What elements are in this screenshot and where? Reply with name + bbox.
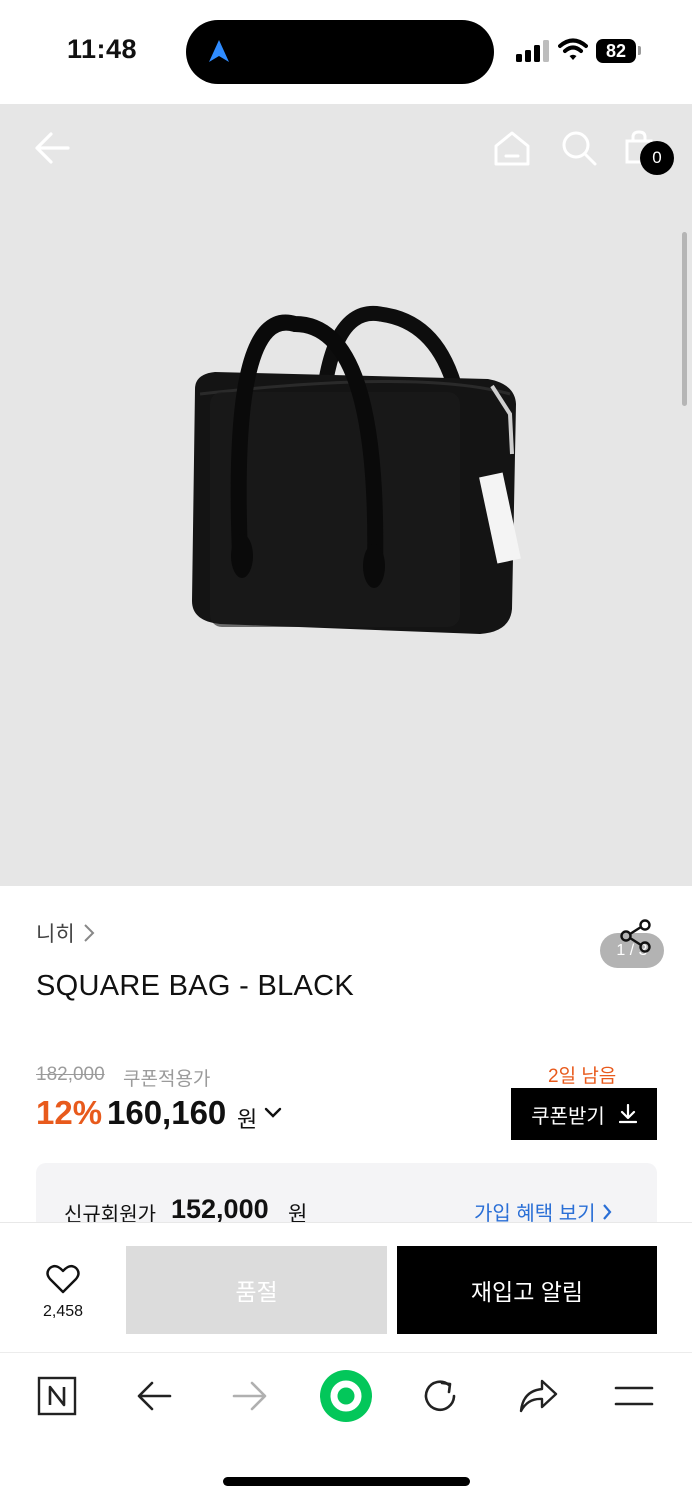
original-price: 182,000 bbox=[36, 1064, 105, 1085]
back-icon[interactable] bbox=[136, 1380, 172, 1412]
naver-n-icon[interactable] bbox=[37, 1376, 77, 1416]
battery-icon: 82 bbox=[596, 39, 636, 63]
forward-icon[interactable] bbox=[232, 1380, 268, 1412]
home-indicator[interactable] bbox=[223, 1477, 470, 1486]
cellular-signal-icon bbox=[516, 40, 549, 62]
product-image-gallery[interactable]: 1 / 3 bbox=[0, 104, 692, 968]
search-icon[interactable] bbox=[560, 129, 598, 167]
get-coupon-button[interactable]: 쿠폰받기 bbox=[511, 1088, 657, 1140]
back-arrow-icon[interactable] bbox=[34, 130, 72, 166]
coupon-days-left: 2일 남음 bbox=[548, 1066, 617, 1087]
product-title: SQUARE BAG - BLACK bbox=[36, 970, 355, 1002]
heart-icon bbox=[46, 1264, 80, 1294]
green-circle-icon[interactable] bbox=[319, 1369, 373, 1423]
sold-out-button[interactable]: 품절 bbox=[126, 1246, 387, 1334]
navigation-arrow-icon bbox=[209, 40, 229, 62]
brand-link[interactable]: 니히 bbox=[36, 918, 95, 948]
battery-nub bbox=[638, 46, 641, 55]
home-icon[interactable] bbox=[493, 129, 531, 167]
brand-name: 니히 bbox=[36, 923, 75, 946]
coupon-price-label: 쿠폰적용가 bbox=[123, 1069, 211, 1090]
status-bar: 11:48 82 bbox=[0, 0, 692, 104]
price-unit: 원 bbox=[237, 1107, 258, 1132]
member-price: 152,000 bbox=[171, 1194, 269, 1224]
get-coupon-label: 쿠폰받기 bbox=[531, 1105, 605, 1128]
download-icon bbox=[618, 1104, 637, 1124]
menu-icon[interactable] bbox=[614, 1385, 654, 1407]
sale-price: 160,160 bbox=[107, 1094, 227, 1131]
like-count: 2,458 bbox=[42, 1303, 84, 1320]
cart-count-badge: 0 bbox=[640, 141, 674, 175]
discount-rate: 12% bbox=[36, 1094, 103, 1131]
dynamic-island bbox=[186, 20, 494, 84]
chevron-down-icon[interactable] bbox=[264, 1107, 282, 1119]
chevron-right-icon bbox=[602, 1203, 611, 1220]
wifi-icon bbox=[558, 38, 588, 60]
restock-alert-button[interactable]: 재입고 알림 bbox=[397, 1246, 657, 1334]
product-bag-image bbox=[192, 305, 521, 634]
scroll-indicator[interactable] bbox=[682, 232, 687, 406]
status-time: 11:48 bbox=[67, 34, 138, 64]
chevron-right-icon bbox=[83, 924, 95, 942]
reload-icon[interactable] bbox=[422, 1377, 460, 1415]
share-icon[interactable] bbox=[618, 918, 654, 954]
share-arrow-icon[interactable] bbox=[518, 1378, 558, 1414]
